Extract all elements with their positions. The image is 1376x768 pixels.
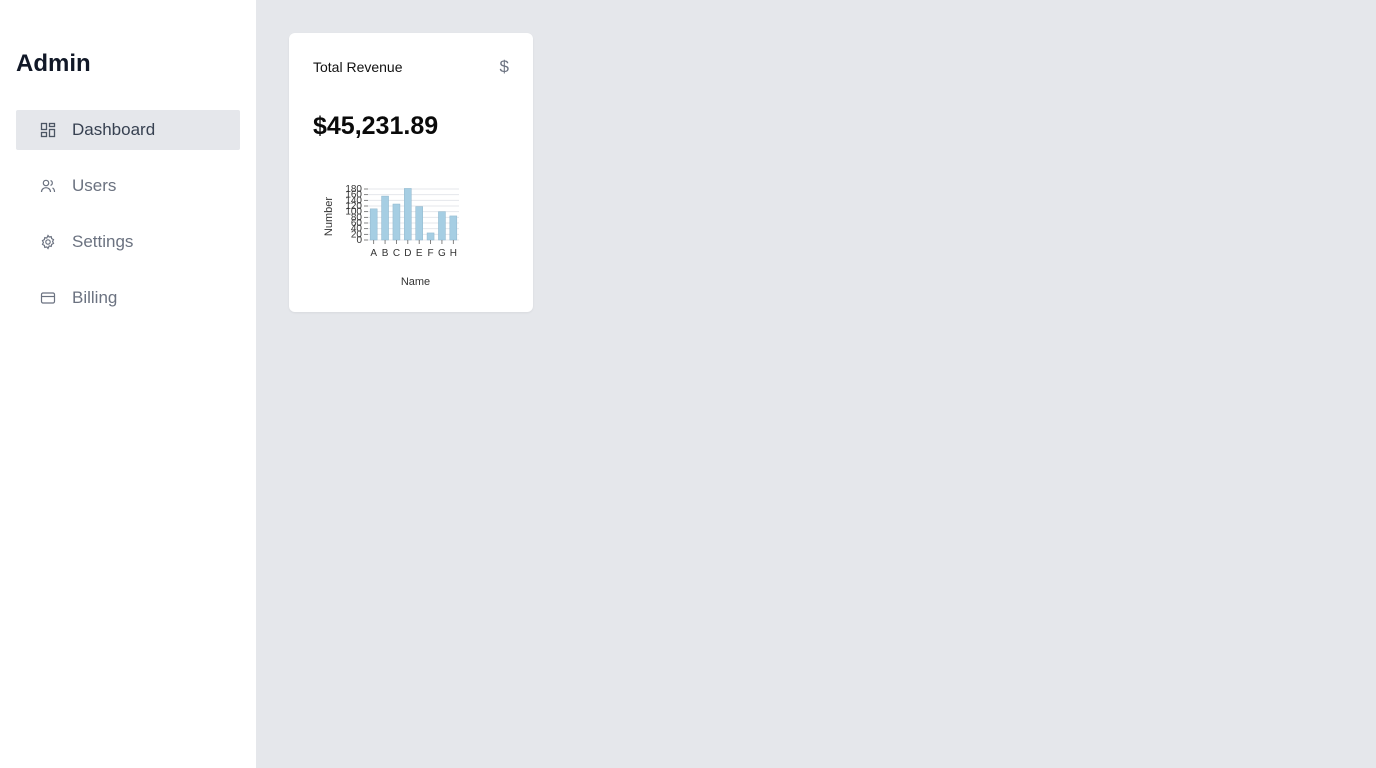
chart-y-tick-label: 180	[345, 184, 362, 195]
card-title: Total Revenue	[313, 59, 403, 75]
revenue-card: Total Revenue $ $45,231.89 0 20 40 60 80 100 1…	[289, 33, 533, 312]
revenue-value: $45,231.89	[313, 112, 439, 140]
chart-x-axis-label: Name	[401, 276, 430, 288]
chart-x-tick-label: G	[438, 248, 446, 259]
sidebar-item-label: Settings	[72, 232, 134, 251]
revenue-bar-chart: 020406080100120140160180A B C D E F G HNameNumb…	[323, 184, 459, 288]
main-content: Total Revenue $ $45,231.89 0 20 40 60 80 100 1…	[256, 0, 1376, 768]
credit-card-icon	[40, 290, 56, 306]
chart-x-tick-label: A	[370, 248, 377, 259]
brand-title: Admin	[16, 50, 91, 77]
chart-y-axis-label: Number	[323, 197, 335, 236]
app-root: Admin Dashboard Users Settings Billing T…	[0, 0, 1376, 768]
chart-bar	[369, 208, 378, 241]
sidebar-item-settings[interactable]: Settings	[16, 222, 240, 262]
sidebar-item-label: Billing	[72, 288, 118, 307]
gear-icon	[40, 234, 56, 250]
chart-x-tick-label: H	[450, 248, 457, 259]
chart-x-tick-label: D	[404, 248, 411, 259]
dashboard-icon	[40, 122, 56, 138]
dollar-icon: $	[499, 57, 509, 76]
sidebar-item-dashboard[interactable]: Dashboard	[16, 110, 240, 150]
sidebar: Admin Dashboard Users Settings Billing	[0, 0, 256, 768]
chart-x-tick-label: C	[393, 248, 400, 259]
chart-bar	[404, 188, 412, 241]
users-icon	[40, 178, 56, 194]
chart-bar	[449, 215, 458, 241]
chart-bar	[392, 203, 401, 241]
sidebar-item-label: Users	[72, 176, 117, 195]
chart-bar	[438, 211, 446, 241]
chart-bar	[381, 195, 389, 241]
chart-x-tick-label: F	[428, 248, 434, 259]
sidebar-item-billing[interactable]: Billing	[16, 278, 240, 318]
sidebar-nav: Dashboard Users Settings Billing	[16, 110, 240, 318]
chart-x-tick-label: B	[382, 248, 389, 259]
chart-bar	[426, 232, 435, 241]
sidebar-item-users[interactable]: Users	[16, 166, 240, 206]
chart-x-tick-label: E	[416, 248, 423, 259]
sidebar-item-label: Dashboard	[72, 120, 156, 139]
card-header: Total Revenue $	[313, 57, 509, 77]
chart-bar	[415, 206, 423, 241]
